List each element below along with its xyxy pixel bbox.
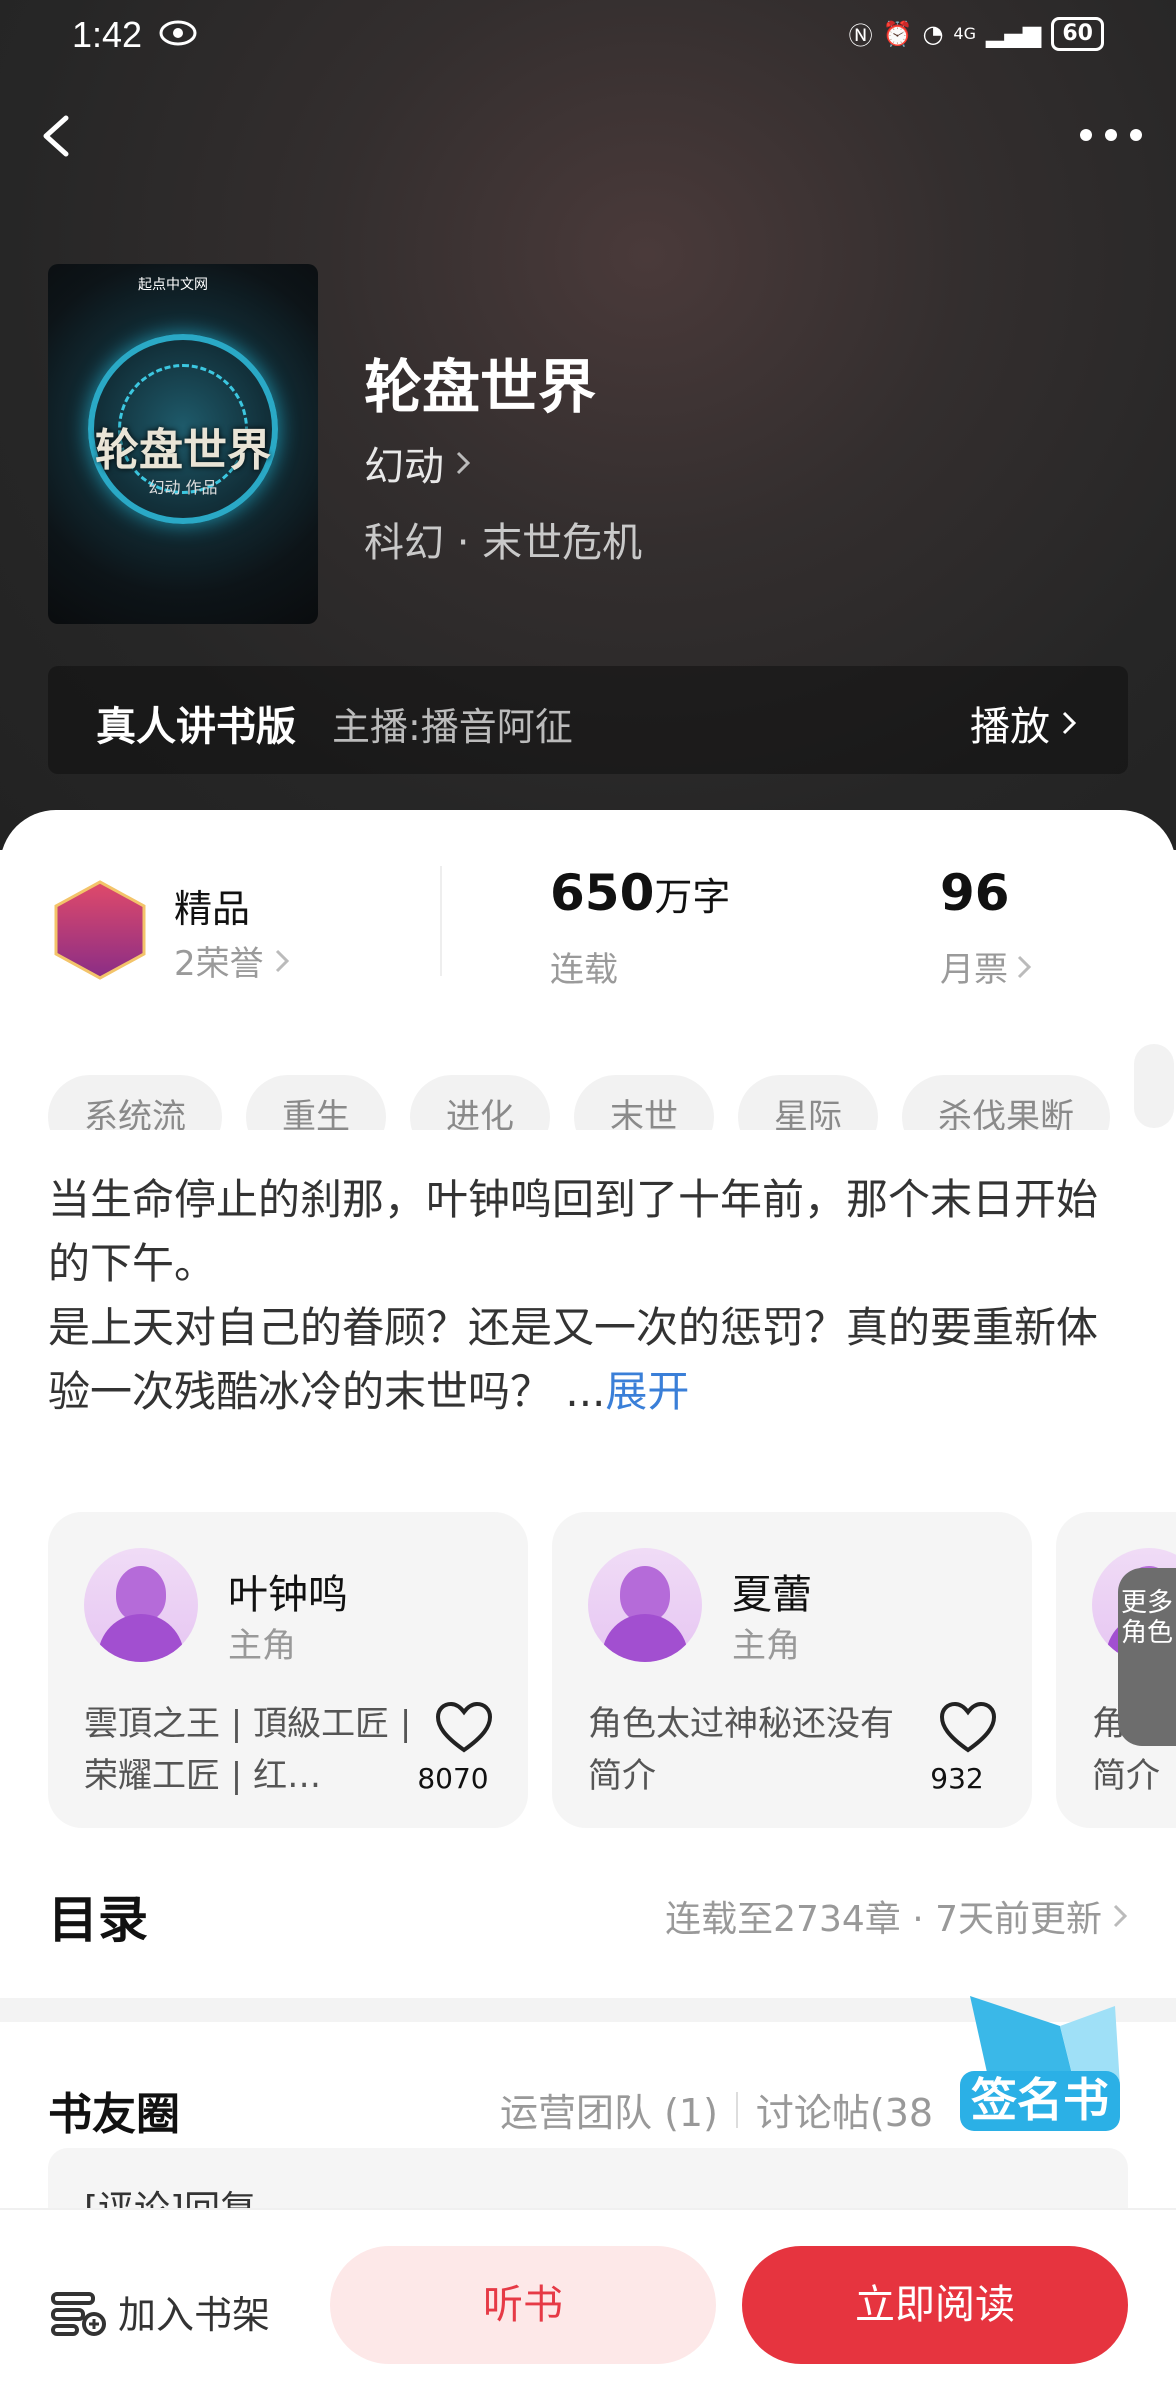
chevron-right-icon	[456, 451, 471, 475]
monthly-votes-label: 月票	[940, 950, 1008, 990]
signbook-label: 签名书	[971, 2073, 1109, 2127]
status-icons: Ⓝ ⏰ ◔ 4G ▂▄▆ 60	[849, 16, 1104, 51]
eye-icon	[159, 20, 197, 46]
character-desc: 角色太过神秘还没有简介	[588, 1704, 894, 1796]
bottom-action-bar: 加入书架 听书 立即阅读	[0, 2208, 1176, 2400]
cover-title: 轮盘世界	[95, 425, 271, 476]
bookshelf-add-icon	[51, 2291, 106, 2336]
audio-version-bar[interactable]: 真人讲书版 主播:播音阿征 播放	[48, 666, 1128, 774]
chevron-right-icon	[1062, 711, 1077, 735]
battery-icon: 60	[1051, 16, 1104, 51]
tag[interactable]: 系统流	[48, 1075, 222, 1130]
read-now-button[interactable]: 立即阅读	[742, 2246, 1128, 2364]
book-title: 轮盘世界	[364, 353, 597, 421]
tag[interactable]: 杀伐果断	[902, 1075, 1110, 1130]
listen-button[interactable]: 听书	[330, 2246, 716, 2364]
quality-badge-icon[interactable]	[48, 878, 152, 982]
stats-row: 精品 2荣誉 650万字 连载 96 月票	[0, 854, 1176, 1004]
alarm-icon: ⏰	[882, 19, 913, 48]
quality-label: 精品	[174, 887, 251, 931]
more-icon[interactable]	[1076, 120, 1146, 150]
description-line: 当生命停止的刹那，叶钟鸣回到了十年前，那个末日开始的下午。	[48, 1175, 1099, 1288]
divider	[735, 2091, 738, 2128]
cover-author: 幻动 作品	[148, 478, 218, 497]
honors-count: 2荣誉	[174, 944, 264, 984]
discussion-preview[interactable]: [评论]回复	[48, 2148, 1128, 2208]
play-label: 播放	[970, 704, 1050, 750]
divider	[440, 866, 442, 976]
book-circle-info[interactable]: 运营团队 (1) 讨论帖(38	[500, 2082, 933, 2137]
character-avatar	[588, 1548, 702, 1662]
word-count-number: 650	[550, 864, 655, 922]
toc-info-link[interactable]: 连载至2734章 · 7天前更新	[665, 1890, 1128, 1942]
character-card[interactable]: 夏蕾 主角 角色太过神秘还没有简介 932	[552, 1512, 1032, 1828]
monthly-votes-count: 96	[940, 864, 1010, 922]
add-to-shelf-label: 加入书架	[118, 2293, 271, 2337]
monthly-votes-link[interactable]: 月票	[940, 942, 1032, 991]
character-avatar	[84, 1548, 198, 1662]
word-count-unit: 万字	[654, 875, 731, 919]
nfc-icon: Ⓝ	[848, 22, 873, 50]
chevron-right-icon	[275, 949, 289, 972]
heart-icon[interactable]	[434, 1700, 494, 1754]
network-label: 4G	[953, 24, 976, 43]
tag-partial[interactable]	[1134, 1044, 1174, 1128]
chevron-right-icon	[1017, 955, 1032, 978]
add-to-shelf-button[interactable]: 加入书架	[50, 2284, 270, 2339]
tag[interactable]: 进化	[410, 1075, 550, 1130]
toc-title[interactable]: 目录	[48, 1880, 148, 1952]
audio-host: 主播:播音阿征	[332, 705, 573, 749]
play-button[interactable]: 播放	[970, 694, 1078, 752]
wifi-icon: ◔	[922, 19, 944, 48]
signal-icon: ▂▄▆	[986, 19, 1042, 48]
author-name: 幻动	[364, 444, 444, 490]
more-characters-button[interactable]: 更多角色	[1118, 1568, 1176, 1746]
character-role: 主角	[228, 1626, 296, 1666]
signed-book-float-icon[interactable]: 签名书	[950, 1986, 1130, 2156]
cover-logo: 起点中文网	[138, 277, 208, 293]
character-name: 叶钟鸣	[228, 1572, 348, 1618]
character-card[interactable]: 叶钟鸣 主角 雲頂之王 | 頂級工匠 | 荣耀工匠 | 红… 8070	[48, 1512, 528, 1828]
tag[interactable]: 重生	[246, 1075, 386, 1130]
heart-icon[interactable]	[938, 1700, 998, 1754]
book-description[interactable]: 当生命停止的刹那，叶钟鸣回到了十年前，那个末日开始的下午。 是上天对自己的眷顾？…	[48, 1168, 1138, 1424]
serial-status: 连载	[550, 950, 618, 990]
word-count: 650万字	[550, 864, 730, 922]
toc-info: 连载至2734章 · 7天前更新	[665, 1899, 1102, 1940]
description-text: 是上天对自己的眷顾？还是又一次的惩罚？真的要重新体验一次残酷冰冷的末世吗？ ..…	[48, 1303, 1099, 1416]
audio-label: 真人讲书版	[96, 704, 296, 750]
tag[interactable]: 末世	[574, 1075, 714, 1130]
book-cover[interactable]: 起点中文网 轮盘世界 幻动 作品	[48, 264, 318, 624]
author-link[interactable]: 幻动	[364, 434, 472, 492]
post-preview-text: [评论]回复	[84, 2180, 256, 2208]
character-name: 夏蕾	[732, 1572, 812, 1618]
description-line-2: 是上天对自己的眷顾？还是又一次的惩罚？真的要重新体验一次残酷冰冷的末世吗？ ..…	[48, 1296, 1138, 1424]
character-list: 叶钟鸣 主角 雲頂之王 | 頂級工匠 | 荣耀工匠 | 红… 8070 夏蕾 主…	[48, 1512, 1176, 1828]
ops-team-count[interactable]: 运营团队 (1)	[500, 2082, 718, 2137]
character-role: 主角	[732, 1626, 800, 1666]
back-icon[interactable]	[28, 106, 88, 166]
character-desc: 雲頂之王 | 頂級工匠 | 荣耀工匠 | 红…	[84, 1704, 412, 1796]
status-time: 1:42	[72, 14, 143, 55]
book-circle-title[interactable]: 书友圈	[48, 2078, 180, 2142]
discussion-count[interactable]: 讨论帖(38	[756, 2082, 933, 2137]
like-count: 8070	[417, 1762, 489, 1795]
tag-list: 系统流 重生 进化 末世 星际 杀伐果断	[48, 1044, 1176, 1130]
book-category: 科幻 · 末世危机	[364, 520, 643, 566]
tag[interactable]: 星际	[738, 1075, 878, 1130]
like-count: 932	[930, 1762, 984, 1795]
status-bar: 1:42 Ⓝ ⏰ ◔ 4G ▂▄▆ 60	[0, 0, 1176, 70]
chevron-right-icon	[1113, 1904, 1128, 1928]
honors-link[interactable]: 2荣誉	[174, 936, 290, 985]
expand-link[interactable]: 展开	[605, 1367, 689, 1416]
